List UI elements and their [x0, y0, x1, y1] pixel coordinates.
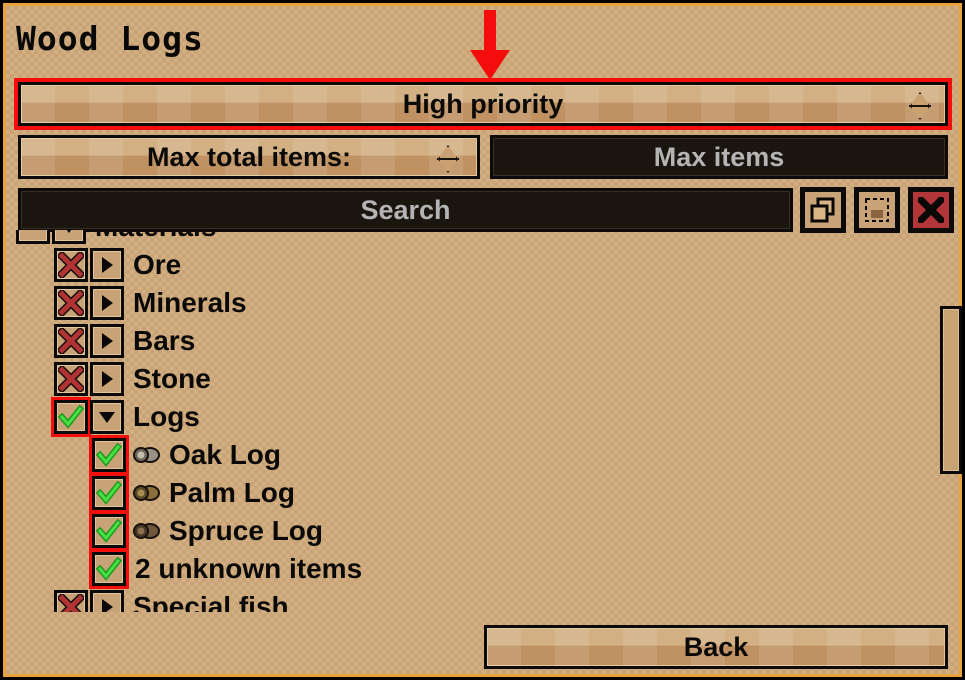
tree-row-label: Logs: [133, 401, 200, 432]
max-items-placeholder: Max items: [653, 141, 785, 172]
check-icon: [96, 480, 122, 505]
back-button-label: Back: [683, 631, 749, 662]
chevron-down-icon[interactable]: [90, 400, 124, 434]
item-tree-list[interactable]: Materials Ore Minerals Bars Stone Logs Oak Log…: [16, 230, 936, 612]
tree-row[interactable]: Oak Log: [16, 435, 936, 475]
row-checkbox[interactable]: [89, 435, 129, 475]
spinner-diamond-icon[interactable]: [437, 145, 459, 175]
window-frame: Wood Logs High priority Max total items:: [3, 3, 962, 677]
copy-icon: [810, 197, 835, 223]
panel-body: Wood Logs High priority Max total items:: [6, 6, 962, 674]
search-input[interactable]: Search: [18, 188, 793, 232]
paste-button[interactable]: [854, 187, 900, 233]
copy-button[interactable]: [800, 187, 846, 233]
row-checkbox[interactable]: [16, 230, 50, 244]
priority-dropdown-label: High priority: [402, 88, 564, 119]
max-total-items-label: Max total items:: [146, 141, 352, 172]
chevron-right-icon[interactable]: [90, 362, 124, 396]
partial-check-icon: [20, 230, 46, 240]
item-sprite: [126, 520, 160, 542]
chevron-down-icon[interactable]: [52, 230, 86, 244]
check-icon: [96, 518, 122, 543]
max-total-items-button[interactable]: Max total items:: [18, 135, 480, 179]
tree-row-label: Minerals: [133, 287, 247, 318]
tree-row-label: Materials: [95, 230, 216, 243]
tree-row-label: 2 unknown items: [135, 553, 363, 584]
row-checkbox[interactable]: [54, 362, 88, 396]
priority-dropdown[interactable]: High priority: [18, 82, 948, 126]
row-checkbox[interactable]: [54, 286, 88, 320]
search-placeholder: Search: [360, 194, 451, 225]
cross-icon: [58, 252, 84, 278]
tree-row-label: Spruce Log: [169, 515, 324, 546]
tree-row-label: Special fish: [133, 591, 289, 612]
chevron-right-icon[interactable]: [90, 286, 124, 320]
tree-row-label: Bars: [133, 325, 196, 356]
scrollbar-thumb[interactable]: [940, 306, 962, 474]
chevron-right-icon[interactable]: [90, 248, 124, 282]
tree-row[interactable]: Ore: [16, 246, 936, 284]
tree-row[interactable]: Minerals: [16, 284, 936, 322]
palm-log-icon: [133, 485, 160, 501]
row-checkbox[interactable]: [54, 248, 88, 282]
check-icon: [96, 442, 122, 467]
check-icon: [58, 404, 84, 429]
tree-row[interactable]: Special fish: [16, 588, 936, 612]
tree-row-label: Ore: [133, 249, 182, 280]
close-x-icon: [918, 197, 944, 223]
tree-row[interactable]: Materials: [16, 230, 936, 246]
tree-row[interactable]: Palm Log: [16, 473, 936, 513]
cross-icon: [58, 290, 84, 316]
annotation-arrow-icon: [470, 10, 510, 80]
back-button[interactable]: Back: [484, 625, 948, 669]
paste-icon: [865, 198, 889, 222]
chevron-right-icon[interactable]: [90, 324, 124, 358]
spinner-diamond-icon[interactable]: [909, 92, 931, 122]
game-window: Wood Logs High priority Max total items:: [0, 0, 965, 680]
cross-icon: [58, 594, 84, 612]
tree-row[interactable]: Stone: [16, 360, 936, 398]
tree-row-label: Stone: [133, 363, 211, 394]
clear-button[interactable]: [908, 187, 954, 233]
page-title: Wood Logs: [16, 19, 204, 58]
max-items-input[interactable]: Max items: [490, 135, 948, 179]
row-checkbox[interactable]: [51, 397, 91, 437]
spruce-log-icon: [133, 523, 160, 539]
row-checkbox[interactable]: [89, 473, 129, 513]
cross-icon: [58, 366, 84, 392]
oak-log-icon: [133, 447, 160, 463]
chevron-right-icon[interactable]: [90, 590, 124, 612]
tree-row[interactable]: Spruce Log: [16, 511, 936, 551]
tree-row[interactable]: Logs: [16, 397, 936, 437]
row-checkbox[interactable]: [89, 511, 129, 551]
item-sprite: [126, 444, 160, 466]
tree-row-label: Oak Log: [169, 439, 282, 470]
tree-row[interactable]: Bars: [16, 322, 936, 360]
row-checkbox[interactable]: [89, 549, 129, 589]
tree-row[interactable]: 2 unknown items: [16, 549, 936, 589]
row-checkbox[interactable]: [54, 590, 88, 612]
tree-row-label: Palm Log: [169, 477, 296, 508]
item-sprite: [126, 482, 160, 504]
cross-icon: [58, 328, 84, 354]
check-icon: [96, 556, 122, 581]
row-checkbox[interactable]: [54, 324, 88, 358]
